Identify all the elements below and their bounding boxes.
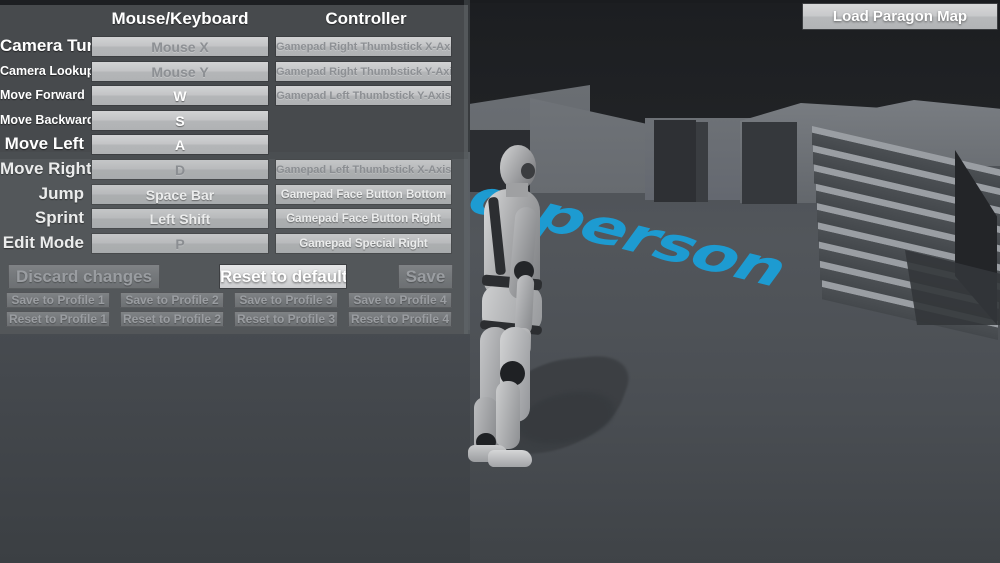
binding-row: Move Right D Gamepad Left Thumbstick X-Axi… — [0, 157, 468, 181]
wall-doorway-dark — [654, 120, 696, 202]
keybind-button-mouse-keyboard[interactable]: D — [91, 159, 269, 180]
action-label: Sprint — [34, 208, 84, 228]
save-to-profile-2-button[interactable]: Save to Profile 2 — [120, 292, 224, 308]
save-to-profile-1-button[interactable]: Save to Profile 1 — [6, 292, 110, 308]
wall-doorway-edge — [696, 122, 708, 202]
floor-shadowed-area — [0, 330, 470, 563]
binding-row: Camera Lookup Mouse Y Gamepad Right Thumbs… — [0, 59, 468, 83]
keybind-button-controller[interactable]: Gamepad Face Button Right — [275, 208, 452, 230]
reset-to-profile-1-button[interactable]: Reset to Profile 1 — [6, 311, 110, 327]
keybind-button-mouse-keyboard[interactable]: Left Shift — [91, 208, 269, 230]
binding-row: Edit Mode P Gamepad Special Right — [0, 231, 468, 255]
action-label: Move Backward — [0, 112, 95, 127]
keybind-button-controller[interactable]: Gamepad Face Button Bottom — [275, 183, 452, 205]
save-to-profile-3-button[interactable]: Save to Profile 3 — [234, 292, 338, 308]
binding-row: Move Backward S — [0, 108, 468, 132]
load-paragon-map-button[interactable]: Load Paragon Map — [802, 3, 998, 30]
keybind-button-controller[interactable]: Gamepad Left Thumbstick X-Axis — [275, 159, 452, 180]
keybind-button-controller[interactable]: Gamepad Special Right — [275, 232, 452, 254]
header-mouse-keyboard: Mouse/Keyboard — [111, 9, 249, 28]
action-label: Edit Mode — [2, 232, 84, 252]
keybind-button-controller[interactable]: Gamepad Right Thumbstick X-Axis — [275, 36, 452, 57]
keybind-button-mouse-keyboard[interactable]: A — [91, 134, 269, 156]
character-neck — [506, 183, 528, 197]
binding-row: Jump Space Bar Gamepad Face Button Bottom — [0, 182, 468, 206]
action-label: Move Left — [4, 134, 84, 154]
reset-to-profile-3-button[interactable]: Reset to Profile 3 — [234, 311, 338, 327]
binding-row: Sprint Left Shift Gamepad Face Button Righ… — [0, 206, 468, 230]
character-foot-front — [488, 450, 532, 467]
keybind-button-mouse-keyboard[interactable]: Mouse X — [91, 36, 269, 57]
action-label: Move Forward — [0, 88, 85, 103]
binding-row: Move Forward W Gamepad Left Thumbstick Y-A… — [0, 83, 468, 107]
panel-header-row: Mouse/Keyboard Controller — [0, 5, 468, 32]
panel-right-edge — [464, 0, 470, 334]
header-controller: Controller — [325, 9, 407, 28]
app-root: d person Load Paragon Map Mouse/Keyboard… — [0, 0, 1000, 563]
reset-to-default-button[interactable]: Reset to default — [219, 264, 347, 289]
save-button[interactable]: Save — [398, 264, 453, 289]
keybind-button-mouse-keyboard[interactable]: P — [91, 232, 269, 254]
action-label: Move Right — [0, 159, 92, 178]
character-shin-front — [496, 381, 520, 449]
input-remapping-panel: Mouse/Keyboard Controller Camera Turn Mou… — [0, 0, 470, 334]
keybind-button-mouse-keyboard[interactable]: Space Bar — [91, 183, 269, 205]
action-label: Jump — [38, 183, 84, 203]
action-label: Camera Turn — [0, 36, 104, 55]
reset-to-profile-2-button[interactable]: Reset to Profile 2 — [120, 311, 224, 327]
keybind-button-mouse-keyboard[interactable]: Mouse Y — [91, 60, 269, 82]
keybind-button-mouse-keyboard[interactable]: W — [91, 85, 269, 107]
keybind-button-mouse-keyboard[interactable]: S — [91, 109, 269, 131]
reset-to-profile-4-button[interactable]: Reset to Profile 4 — [348, 311, 452, 327]
character-ear — [521, 163, 535, 179]
binding-row: Move Left A — [0, 132, 468, 156]
discard-changes-button[interactable]: Discard changes — [8, 264, 160, 289]
action-label: Camera Lookup — [0, 63, 95, 78]
binding-row: Camera Turn Mouse X Gamepad Right Thumbsti… — [0, 34, 468, 58]
wall-block-right-side — [742, 122, 797, 204]
save-to-profile-4-button[interactable]: Save to Profile 4 — [348, 292, 452, 308]
keybind-button-controller[interactable]: Gamepad Right Thumbstick Y-Axis — [275, 60, 452, 82]
keybind-button-controller[interactable]: Gamepad Left Thumbstick Y-Axis — [275, 85, 452, 107]
mannequin-character[interactable] — [466, 145, 561, 475]
